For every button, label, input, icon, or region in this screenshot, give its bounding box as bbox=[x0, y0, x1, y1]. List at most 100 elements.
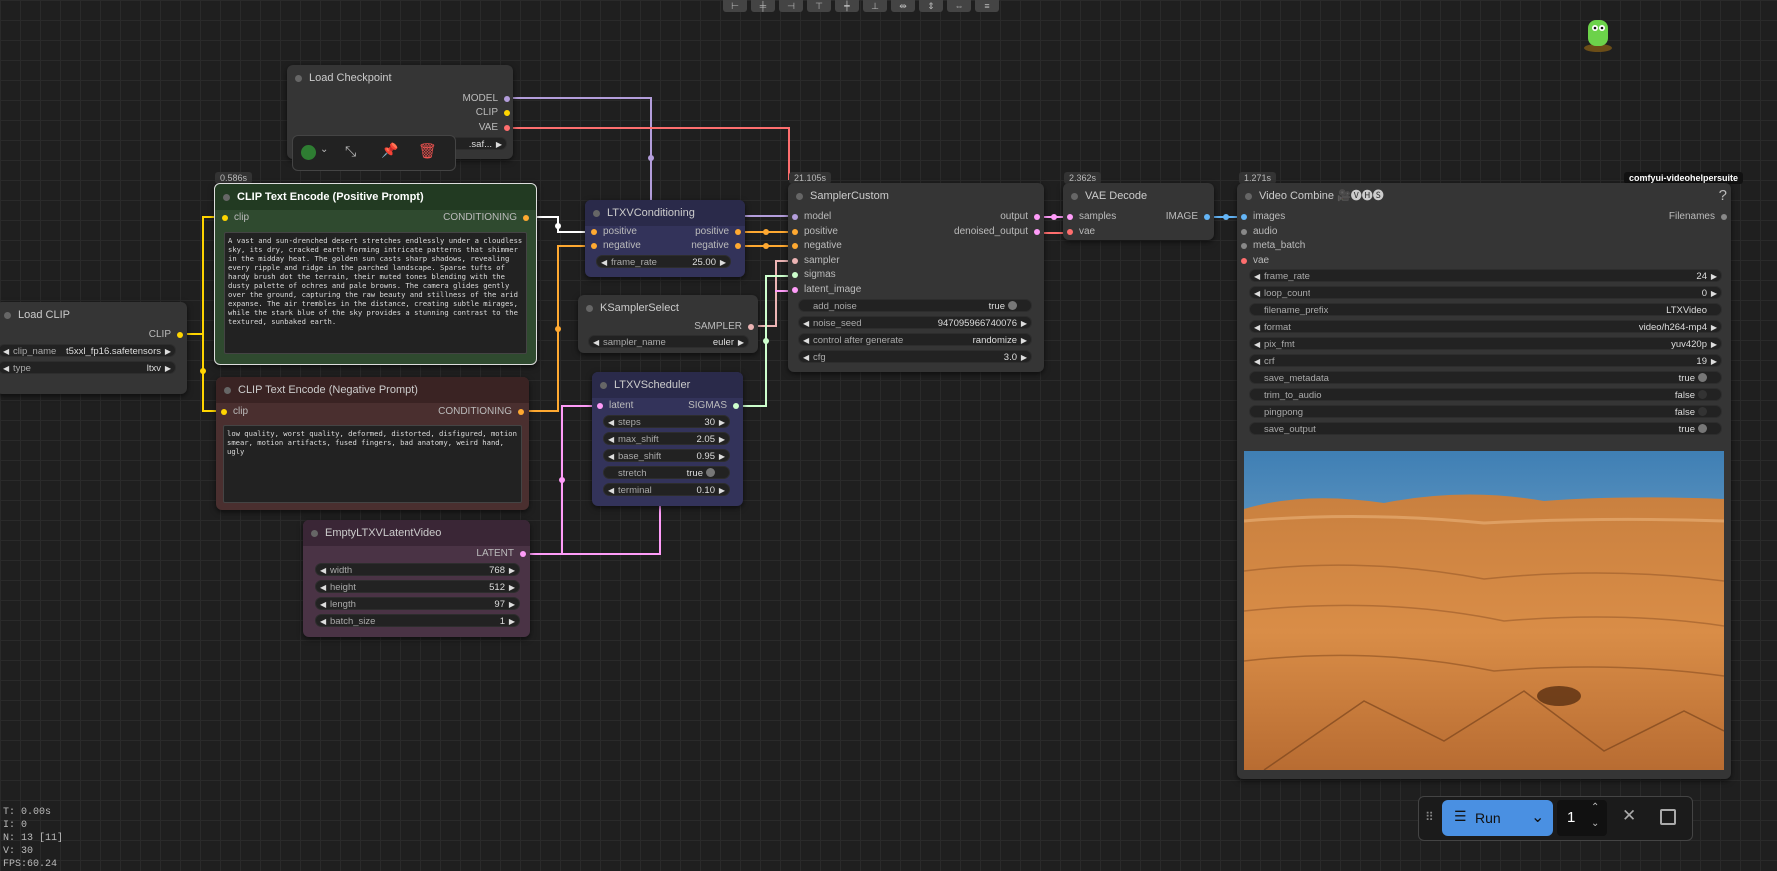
node-ltxv-scheduler[interactable]: LTXVScheduler latent SIGMAS ◀ steps 30 ▶ ◀ m… bbox=[592, 372, 743, 506]
node-ksampler-select[interactable]: KSamplerSelect SAMPLER ◀ sampler_name eule… bbox=[578, 295, 758, 353]
output-negative[interactable]: negative bbox=[691, 239, 741, 253]
format-widget[interactable]: ◀ format video/h264-mp4 ▶ bbox=[1249, 320, 1722, 333]
add-noise-toggle[interactable]: add_noise true bbox=[798, 299, 1032, 312]
node-vae-decode[interactable]: VAE Decode samples vae IMAGE bbox=[1063, 183, 1214, 240]
input-positive[interactable]: positive bbox=[591, 225, 637, 239]
input-sigmas[interactable]: sigmas bbox=[792, 268, 836, 282]
align-middle-icon[interactable]: ┿ bbox=[835, 0, 859, 12]
node-title: LTXVConditioning bbox=[585, 200, 745, 226]
output-sigmas[interactable]: SIGMAS bbox=[688, 399, 739, 413]
steps-widget[interactable]: ◀ steps 30 ▶ bbox=[603, 415, 730, 428]
loop-count-widget[interactable]: ◀ loop_count 0 ▶ bbox=[1249, 286, 1722, 299]
input-clip[interactable]: clip bbox=[221, 405, 248, 419]
batch-count-input[interactable]: 1 ⌃ ⌄ bbox=[1557, 800, 1607, 836]
node-clip-text-encode-negative[interactable]: CLIP Text Encode (Negative Prompt) clip … bbox=[216, 377, 529, 510]
alignment-toolbar: ⊢ ╪ ⊣ ⊤ ┿ ⊥ ⇹ ⇕ ⇔ ≡ bbox=[723, 0, 999, 14]
input-clip[interactable]: clip bbox=[222, 211, 249, 225]
input-sampler[interactable]: sampler bbox=[792, 254, 840, 268]
help-icon[interactable]: ? bbox=[1719, 187, 1727, 204]
video-preview[interactable] bbox=[1244, 451, 1724, 770]
output-clip[interactable]: CLIP bbox=[476, 106, 510, 120]
input-negative[interactable]: negative bbox=[591, 239, 641, 253]
output-filenames[interactable]: Filenames bbox=[1669, 210, 1727, 224]
pix-fmt-widget[interactable]: ◀ pix_fmt yuv420p ▶ bbox=[1249, 337, 1722, 350]
drag-handle-icon[interactable]: ⠿ bbox=[1425, 810, 1434, 824]
base-shift-widget[interactable]: ◀ base_shift 0.95 ▶ bbox=[603, 449, 730, 462]
output-conditioning[interactable]: CONDITIONING bbox=[443, 211, 529, 225]
node-ltxv-conditioning[interactable]: LTXVConditioning positive negative posit… bbox=[585, 200, 745, 277]
input-negative[interactable]: negative bbox=[792, 239, 842, 253]
input-latent[interactable]: latent bbox=[597, 399, 633, 413]
height-widget[interactable]: ◀ height 512 ▶ bbox=[315, 580, 520, 593]
output-positive[interactable]: positive bbox=[695, 225, 741, 239]
output-vae[interactable]: VAE bbox=[479, 121, 510, 135]
prompt-textarea[interactable]: A vast and sun-drenched desert stretches… bbox=[224, 232, 527, 354]
align-right-icon[interactable]: ⊣ bbox=[779, 0, 803, 12]
distribute-h-icon[interactable]: ⇹ bbox=[891, 0, 915, 12]
output-sampler[interactable]: SAMPLER bbox=[694, 320, 754, 334]
prompt-textarea[interactable]: low quality, worst quality, deformed, di… bbox=[223, 425, 522, 503]
increment-icon[interactable]: ⌃ bbox=[1591, 802, 1599, 813]
crf-widget[interactable]: ◀ crf 19 ▶ bbox=[1249, 354, 1722, 367]
node-load-clip[interactable]: Load CLIP CLIP ◀ clip_name t5xxl_fp16.safe… bbox=[0, 302, 187, 394]
control-after-generate-widget[interactable]: ◀ control after generate randomize ▶ bbox=[798, 333, 1032, 346]
sampler-name-widget[interactable]: ◀ sampler_name euler ▶ bbox=[588, 335, 749, 348]
node-sampler-custom[interactable]: SamplerCustom model positive negative sa… bbox=[788, 183, 1044, 372]
frame-rate-widget[interactable]: ◀ frame_rate 25.00 ▶ bbox=[596, 255, 731, 268]
output-output[interactable]: output bbox=[1000, 210, 1040, 224]
input-images[interactable]: images bbox=[1241, 210, 1285, 224]
output-image[interactable]: IMAGE bbox=[1166, 210, 1210, 224]
noise-seed-widget[interactable]: ◀ noise_seed 947095966740076 ▶ bbox=[798, 316, 1032, 329]
cancel-icon[interactable]: ✕ bbox=[1622, 806, 1636, 826]
width-widget[interactable]: ◀ width 768 ▶ bbox=[315, 563, 520, 576]
arrange-icon[interactable]: ≡ bbox=[975, 0, 999, 12]
input-vae[interactable]: vae bbox=[1241, 254, 1269, 268]
output-denoised[interactable]: denoised_output bbox=[954, 225, 1040, 239]
output-conditioning[interactable]: CONDITIONING bbox=[438, 405, 524, 419]
input-latent-image[interactable]: latent_image bbox=[792, 283, 861, 297]
decrement-icon[interactable]: ⌄ bbox=[1591, 818, 1599, 829]
trim-to-audio-toggle[interactable]: trim_to_audio false bbox=[1249, 388, 1722, 401]
input-audio[interactable]: audio bbox=[1241, 225, 1277, 239]
cfg-widget[interactable]: ◀ cfg 3.0 ▶ bbox=[798, 350, 1032, 363]
batch-size-widget[interactable]: ◀ batch_size 1 ▶ bbox=[315, 614, 520, 627]
input-vae[interactable]: vae bbox=[1067, 225, 1095, 239]
input-positive[interactable]: positive bbox=[792, 225, 838, 239]
stretch-toggle[interactable]: stretch true bbox=[603, 466, 730, 479]
ckpt-name-widget[interactable]: .saf... ▶ bbox=[447, 137, 507, 150]
node-clip-text-encode-positive[interactable]: CLIP Text Encode (Positive Prompt) clip … bbox=[214, 183, 537, 365]
length-widget[interactable]: ◀ length 97 ▶ bbox=[315, 597, 520, 610]
align-center-icon[interactable]: ╪ bbox=[751, 0, 775, 12]
pingpong-toggle[interactable]: pingpong false bbox=[1249, 405, 1722, 418]
color-icon[interactable] bbox=[301, 145, 316, 160]
align-top-icon[interactable]: ⊤ bbox=[807, 0, 831, 12]
distribute-v-icon[interactable]: ⇕ bbox=[919, 0, 943, 12]
terminal-widget[interactable]: ◀ terminal 0.10 ▶ bbox=[603, 483, 730, 496]
chevron-down-icon[interactable]: ⌄ bbox=[320, 144, 328, 155]
output-clip[interactable]: CLIP bbox=[149, 328, 183, 342]
pin-icon[interactable]: 📌 bbox=[381, 142, 398, 159]
mascot-icon[interactable] bbox=[1580, 14, 1616, 52]
output-model[interactable]: MODEL bbox=[462, 92, 510, 106]
delete-icon[interactable]: 🗑 bbox=[418, 142, 437, 160]
chevron-down-icon[interactable]: ⌄ bbox=[1531, 807, 1544, 827]
node-video-combine[interactable]: Video Combine 🎥🅥🅗🅢 ? images audio meta_b… bbox=[1237, 183, 1731, 779]
run-button[interactable]: ☰ Run ⌄ bbox=[1442, 800, 1553, 836]
save-metadata-toggle[interactable]: save_metadata true bbox=[1249, 371, 1722, 384]
output-latent[interactable]: LATENT bbox=[476, 547, 526, 561]
bypass-icon[interactable]: ⤡ bbox=[345, 143, 356, 160]
clip-type-widget[interactable]: ◀ type ltxv ▶ bbox=[0, 361, 176, 374]
save-output-toggle[interactable]: save_output true bbox=[1249, 422, 1722, 435]
input-model[interactable]: model bbox=[792, 210, 831, 224]
clip-name-widget[interactable]: ◀ clip_name t5xxl_fp16.safetensors ▶ bbox=[0, 344, 176, 357]
max-shift-widget[interactable]: ◀ max_shift 2.05 ▶ bbox=[603, 432, 730, 445]
align-bottom-icon[interactable]: ⊥ bbox=[863, 0, 887, 12]
node-empty-ltxv-latent-video[interactable]: EmptyLTXVLatentVideo LATENT ◀ width 768 ▶ ◀… bbox=[303, 520, 530, 637]
frame-rate-widget[interactable]: ◀ frame_rate 24 ▶ bbox=[1249, 269, 1722, 282]
align-left-icon[interactable]: ⊢ bbox=[723, 0, 747, 12]
stretch-icon[interactable]: ⇔ bbox=[947, 0, 971, 12]
stop-icon[interactable] bbox=[1660, 809, 1676, 825]
filename-prefix-widget[interactable]: filename_prefix LTXVideo bbox=[1249, 303, 1722, 316]
input-meta-batch[interactable]: meta_batch bbox=[1241, 239, 1305, 253]
input-samples[interactable]: samples bbox=[1067, 210, 1116, 224]
